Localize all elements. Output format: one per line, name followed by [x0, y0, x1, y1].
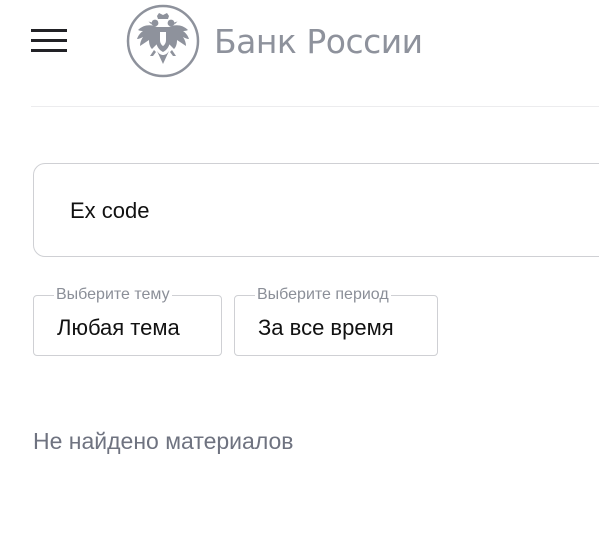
no-results-message: Не найдено материалов: [33, 428, 294, 454]
period-select-value: За все время: [258, 315, 394, 340]
menu-line: [31, 39, 67, 42]
period-select-label: Выберите период: [255, 286, 391, 304]
logo-text: Банк России: [214, 21, 423, 61]
logo-link[interactable]: Банк России: [126, 4, 423, 78]
theme-select-label: Выберите тему: [54, 286, 172, 304]
period-select[interactable]: Выберите период За все время: [234, 286, 438, 356]
header-divider: [31, 106, 599, 107]
menu-line: [31, 29, 67, 32]
eagle-emblem-icon: [126, 4, 200, 78]
search-input[interactable]: [70, 194, 570, 228]
search-field[interactable]: [33, 163, 599, 257]
page: Банк России Выберите тему Любая тема Выб…: [0, 0, 599, 533]
theme-select[interactable]: Выберите тему Любая тема: [33, 286, 222, 356]
menu-line: [31, 49, 67, 52]
theme-select-value: Любая тема: [57, 315, 180, 340]
hamburger-menu-icon[interactable]: [31, 27, 67, 53]
